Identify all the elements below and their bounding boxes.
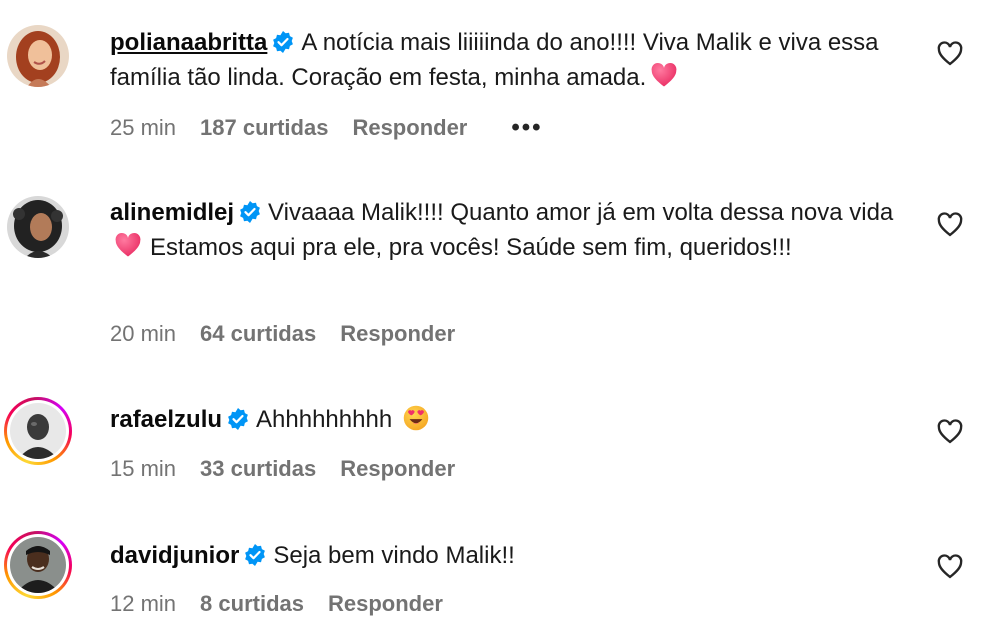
comment-body: alinemidlej Vivaaaa Malik!!!! Quanto amor… <box>110 195 904 265</box>
comment-body: rafaelzulu Ahhhhhhhhh <box>110 402 904 437</box>
verified-badge-icon <box>240 201 260 223</box>
like-heart-icon[interactable] <box>936 418 964 446</box>
woman-curly-hair-avatar-icon <box>7 196 69 258</box>
comment-body: davidjunior Seja bem vindo Malik!! <box>110 538 904 573</box>
comment-likes[interactable]: 33 curtidas <box>200 456 316 482</box>
comment-text: Ahhhhhhhhh <box>256 406 393 433</box>
heart-emoji-icon <box>115 232 141 257</box>
reply-button[interactable]: Responder <box>340 321 455 347</box>
comment-meta: 25 min 187 curtidas Responder ••• <box>110 114 543 142</box>
reply-button[interactable]: Responder <box>352 115 467 141</box>
comment-username[interactable]: davidjunior <box>110 542 239 569</box>
comment-username[interactable]: rafaelzulu <box>110 406 222 433</box>
comment-likes[interactable]: 187 curtidas <box>200 115 328 141</box>
comment-username[interactable]: polianaabritta <box>110 29 267 56</box>
like-heart-icon[interactable] <box>936 40 964 68</box>
verified-badge-icon <box>228 408 248 430</box>
comment-time: 20 min <box>110 321 177 346</box>
comment-text: Seja bem vindo Malik!! <box>273 542 515 569</box>
reply-button[interactable]: Responder <box>340 456 455 482</box>
comment-text: Vivaaaa Malik!!!! Quanto amor já em volt… <box>268 199 894 226</box>
story-ring <box>7 400 69 462</box>
avatar[interactable] <box>4 193 72 261</box>
avatar[interactable] <box>4 22 72 90</box>
heart-emoji-icon <box>651 62 677 87</box>
comment-meta: 12 min 8 curtidas Responder <box>110 591 443 617</box>
like-heart-icon[interactable] <box>936 553 964 581</box>
comment-time: 25 min <box>110 115 177 140</box>
comment-body: polianaabritta A notícia mais liiiiinda d… <box>110 25 904 95</box>
comment-text: Estamos aqui pra ele, pra vocês! Saúde s… <box>150 234 792 261</box>
verified-badge-icon <box>273 31 294 53</box>
comment-time: 12 min <box>110 591 177 616</box>
man-bald-avatar-icon <box>10 403 66 459</box>
woman-red-hair-avatar-icon <box>7 25 69 87</box>
heart-eyes-emoji-icon <box>403 405 429 431</box>
man-dark-avatar-icon <box>10 537 66 593</box>
avatar[interactable] <box>4 397 72 465</box>
story-ring <box>7 534 69 596</box>
verified-badge-icon <box>245 544 266 566</box>
comment-username[interactable]: alinemidlej <box>110 199 234 226</box>
reply-button[interactable]: Responder <box>328 591 443 617</box>
comment-time: 15 min <box>110 456 177 481</box>
more-options-icon[interactable]: ••• <box>511 114 542 142</box>
comment-likes[interactable]: 8 curtidas <box>200 591 304 617</box>
comment-meta: 20 min 64 curtidas Responder <box>110 321 455 347</box>
comment-meta: 15 min 33 curtidas Responder <box>110 456 455 482</box>
comment-likes[interactable]: 64 curtidas <box>200 321 316 347</box>
like-heart-icon[interactable] <box>936 211 964 239</box>
avatar[interactable] <box>4 531 72 599</box>
